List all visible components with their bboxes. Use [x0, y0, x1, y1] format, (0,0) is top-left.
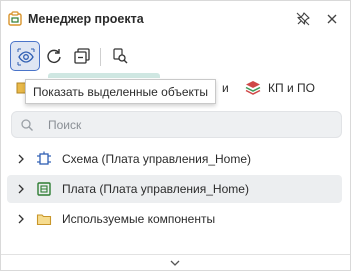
pcb-icon	[37, 182, 51, 196]
tree-item-components[interactable]: Используемые компоненты	[7, 205, 342, 233]
tab-kp-label: КП и ПО	[268, 81, 315, 95]
close-icon	[327, 14, 337, 24]
chevron-right-icon[interactable]	[15, 153, 27, 165]
tree-item-label: Плата (Плата управления_Home)	[62, 182, 249, 196]
chevron-right-icon[interactable]	[15, 213, 27, 225]
search-input[interactable]	[46, 115, 326, 135]
chevron-down-icon	[170, 260, 180, 266]
tooltip: Показать выделенные объекты	[25, 79, 217, 104]
expand-panel-button[interactable]	[167, 257, 183, 269]
show-selected-button[interactable]	[10, 41, 40, 71]
title-bar: Менеджер проекта	[1, 1, 350, 37]
schematic-icon	[37, 151, 51, 165]
toolbar-separator	[100, 48, 101, 66]
tree-item-schematic[interactable]: Схема (Плата управления_Home)	[7, 145, 342, 173]
bottom-divider	[1, 254, 350, 255]
active-tab-indicator[interactable]	[48, 73, 160, 78]
chevron-right-icon[interactable]	[15, 183, 27, 195]
tree-item-pcb[interactable]: Плата (Плата управления_Home)	[7, 175, 342, 203]
pin-button[interactable]	[295, 11, 311, 27]
toolbar	[1, 39, 350, 75]
refresh-button[interactable]	[39, 41, 69, 71]
tree-item-label: Схема (Плата управления_Home)	[62, 152, 251, 166]
find-button[interactable]	[105, 41, 135, 71]
eye-select-icon	[17, 48, 35, 66]
tree-item-label: Используемые компоненты	[62, 212, 216, 226]
find-icon	[113, 48, 128, 64]
panel-title: Менеджер проекта	[28, 12, 144, 26]
project-manager-panel: Менеджер проекта и КП и ПО Показать выде…	[0, 0, 351, 271]
pin-icon	[296, 12, 310, 26]
collapse-icon	[74, 48, 90, 64]
folder-icon	[36, 214, 52, 226]
layers-icon	[245, 81, 261, 95]
search-icon	[21, 119, 33, 131]
refresh-icon	[47, 49, 61, 63]
project-manager-icon	[8, 11, 22, 26]
search-box	[11, 111, 342, 138]
collapse-all-button[interactable]	[67, 41, 97, 71]
close-button[interactable]	[324, 11, 340, 27]
tab-partial-label[interactable]: и	[222, 81, 229, 95]
